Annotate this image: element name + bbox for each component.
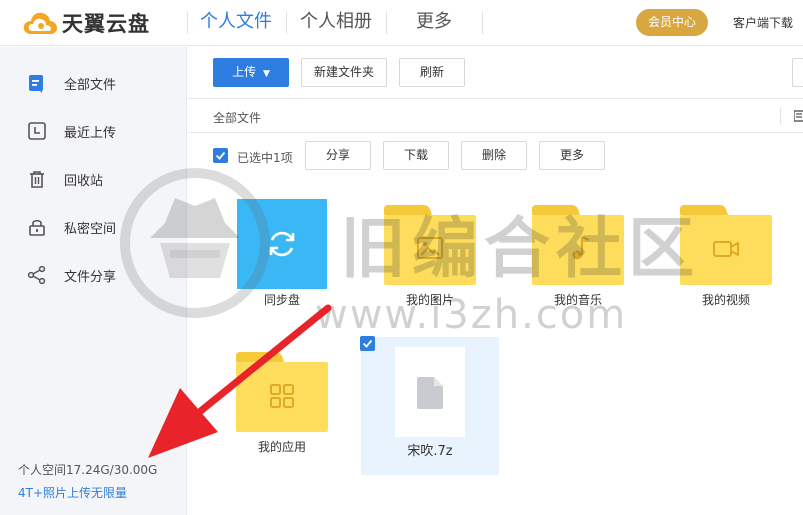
cloud-logo-icon xyxy=(23,12,57,34)
file-select-checkbox[interactable] xyxy=(360,336,375,351)
download-button[interactable]: 下载 xyxy=(383,141,449,170)
sidebar-item-label: 最近上传 xyxy=(64,125,117,141)
caret-down-icon: ▼ xyxy=(262,69,270,79)
file-thumbnail xyxy=(395,347,465,437)
file-name: 我的视频 xyxy=(701,293,750,307)
share-button[interactable]: 分享 xyxy=(305,141,371,170)
nav-personal-files[interactable]: 个人文件 xyxy=(200,10,272,34)
sidebar-item-label: 全部文件 xyxy=(64,77,117,93)
sidebar-item-private-space[interactable]: 私密空间 xyxy=(0,203,187,251)
folder-icon xyxy=(680,205,772,285)
breadcrumb-divider xyxy=(188,132,803,133)
file-name: 我的音乐 xyxy=(553,293,602,307)
delete-button[interactable]: 删除 xyxy=(461,141,527,170)
nav-more[interactable]: 更多 xyxy=(416,10,452,34)
upload-button[interactable]: 上传 ▼ xyxy=(213,58,289,87)
sync-icon xyxy=(269,231,295,257)
sync-folder-thumbnail xyxy=(237,199,327,289)
lock-icon xyxy=(29,219,45,236)
breadcrumb[interactable]: 全部文件 xyxy=(213,109,261,126)
folder-icon xyxy=(532,205,624,285)
new-folder-button[interactable]: 新建文件夹 xyxy=(301,58,387,87)
brand-name: 天翼云盘 xyxy=(62,12,150,36)
nav-personal-album[interactable]: 个人相册 xyxy=(300,10,372,34)
client-download-link[interactable]: 客户端下载 xyxy=(733,14,793,31)
storage-quota: 个人空间17.24G/30.00G xyxy=(18,463,158,477)
brand-logo[interactable]: 天翼云盘 xyxy=(22,8,150,38)
sidebar-item-recent[interactable]: 最近上传 xyxy=(0,107,187,155)
toolbar-divider xyxy=(188,98,803,99)
folder-icon xyxy=(384,205,476,285)
header-divider xyxy=(482,12,483,34)
vip-center-button[interactable]: 会员中心 xyxy=(636,9,708,36)
share-icon xyxy=(27,265,46,285)
sidebar-item-all-files[interactable]: 全部文件 xyxy=(0,59,187,107)
all-files-icon xyxy=(29,75,43,93)
file-name: 宋吹.7z xyxy=(407,444,453,459)
red-arrow-annotation xyxy=(148,304,332,458)
header-divider xyxy=(386,12,387,34)
sidebar-item-file-share[interactable]: 文件分享 xyxy=(0,251,187,299)
sidebar-item-label: 回收站 xyxy=(64,173,104,189)
header-divider xyxy=(286,12,287,34)
file-item-my-music[interactable]: 我的音乐 xyxy=(509,190,647,328)
list-view-icon[interactable] xyxy=(780,108,803,124)
more-actions-button[interactable]: 更多 xyxy=(539,141,605,170)
file-item-my-videos[interactable]: 我的视频 xyxy=(657,190,795,328)
unlimited-photo-link[interactable]: 4T+照片上传无限量 xyxy=(18,484,127,501)
header-divider xyxy=(187,12,188,34)
document-icon xyxy=(417,377,443,409)
file-name: 我的图片 xyxy=(405,293,454,307)
recent-icon xyxy=(28,122,46,140)
select-all-checkbox[interactable] xyxy=(213,148,228,163)
upload-label: 上传 xyxy=(232,65,257,79)
selection-count: 已选中1项 xyxy=(237,151,293,165)
trash-icon xyxy=(30,171,44,188)
top-header: 天翼云盘 个人文件 个人相册 更多 会员中心 客户端下载 xyxy=(0,0,803,46)
file-item-7z-archive[interactable]: 宋吹.7z xyxy=(360,336,499,475)
sidebar-item-trash[interactable]: 回收站 xyxy=(0,155,187,203)
view-toggle-button[interactable] xyxy=(792,58,803,87)
file-item-my-pictures[interactable]: 我的图片 xyxy=(361,190,499,328)
refresh-button[interactable]: 刷新 xyxy=(399,58,465,87)
sidebar-item-label: 文件分享 xyxy=(64,269,117,285)
sidebar-item-label: 私密空间 xyxy=(64,221,117,237)
